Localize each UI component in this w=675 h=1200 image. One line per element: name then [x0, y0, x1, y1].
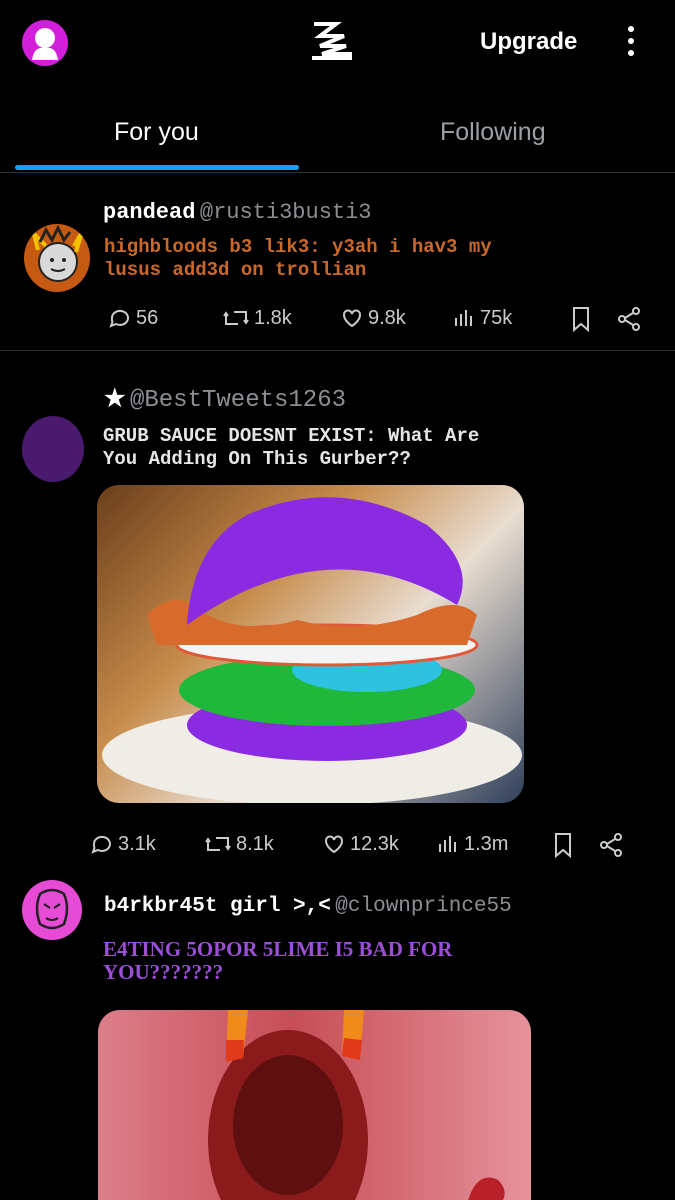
bookmark-icon[interactable] — [570, 306, 592, 332]
views-chart-icon — [455, 310, 472, 326]
post-author-name[interactable]: pandead — [103, 200, 195, 225]
views-count: 1.3m — [464, 832, 509, 855]
like-button[interactable]: 9.8k — [340, 306, 406, 330]
tab-for-you[interactable]: For you — [114, 118, 199, 147]
burger-image — [102, 497, 522, 803]
post-text-line: lusus add3d on trollian — [104, 259, 367, 281]
post-header: b4rkbr45t girl >,< @clownprince55 — [104, 895, 512, 918]
share-icon[interactable] — [598, 832, 624, 858]
reply-icon — [109, 309, 129, 328]
repost-button[interactable]: 1.8k — [222, 306, 292, 330]
repost-icon — [205, 837, 231, 851]
post-image[interactable] — [98, 1010, 531, 1200]
reply-icon — [91, 835, 111, 854]
repost-count: 8.1k — [236, 832, 274, 855]
like-count: 12.3k — [350, 832, 399, 855]
post-text-line: highbloods b3 lik3: y3ah i hav3 my — [104, 236, 492, 258]
heart-icon — [343, 309, 361, 328]
active-tab-indicator — [15, 165, 299, 170]
troll-person-image — [98, 1010, 531, 1200]
repost-count: 1.8k — [254, 306, 292, 329]
tabs-divider — [0, 172, 675, 173]
post-header: ★ @BestTweets1263 — [104, 384, 346, 414]
like-button[interactable]: 12.3k — [322, 832, 399, 856]
post-text-line: YOU??????? — [103, 960, 224, 984]
heart-icon — [325, 835, 343, 854]
troll-avatar-icon — [30, 224, 84, 282]
repost-button[interactable]: 8.1k — [204, 832, 274, 856]
post-text-line: You Adding On This Gurber?? — [103, 448, 411, 470]
post-avatar[interactable] — [24, 224, 90, 292]
bookmark-icon[interactable] — [552, 832, 574, 858]
post-avatar[interactable] — [22, 416, 84, 482]
post-text: E4TING 5OPOR 5LIME I5 BAD FOR YOU??????? — [103, 938, 452, 984]
views-chart-icon — [439, 836, 456, 852]
post-text-line: GRUB SAUCE DOESNT EXIST: What Are — [103, 425, 480, 447]
post-author-name[interactable]: ★ — [104, 385, 126, 412]
like-count: 9.8k — [368, 306, 406, 329]
post-author-handle[interactable]: @clownprince55 — [335, 895, 511, 918]
share-icon[interactable] — [616, 306, 642, 332]
repost-icon — [223, 311, 249, 325]
post-author-name[interactable]: b4rkbr45t girl >,< — [104, 895, 331, 918]
reply-count: 3.1k — [118, 832, 156, 855]
post-text: GRUB SAUCE DOESNT EXIST: What Are You Ad… — [103, 425, 479, 471]
clown-avatar-icon — [35, 888, 69, 930]
more-options-icon[interactable] — [620, 26, 642, 62]
profile-avatar-button[interactable] — [22, 20, 68, 66]
app-logo-icon — [312, 22, 352, 60]
reply-button[interactable]: 56 — [108, 306, 158, 330]
reply-button[interactable]: 3.1k — [90, 832, 156, 856]
post-author-handle[interactable]: @BestTweets1263 — [130, 387, 346, 414]
upgrade-button[interactable]: Upgrade — [480, 28, 577, 56]
post-avatar[interactable] — [22, 880, 82, 940]
reply-count: 56 — [136, 306, 159, 329]
views-count: 75k — [480, 306, 513, 329]
post-header: pandead @rusti3busti3 — [103, 200, 372, 225]
views-button[interactable]: 75k — [452, 306, 512, 330]
post-text: highbloods b3 lik3: y3ah i hav3 my lusus… — [104, 236, 492, 282]
post-text-line: E4TING 5OPOR 5LIME I5 BAD FOR — [103, 937, 453, 961]
post-image[interactable] — [97, 485, 524, 803]
post-divider — [0, 350, 675, 351]
views-button[interactable]: 1.3m — [436, 832, 508, 856]
tab-following[interactable]: Following — [440, 118, 546, 147]
profile-person-icon — [32, 28, 58, 60]
post-author-handle[interactable]: @rusti3busti3 — [200, 200, 372, 225]
